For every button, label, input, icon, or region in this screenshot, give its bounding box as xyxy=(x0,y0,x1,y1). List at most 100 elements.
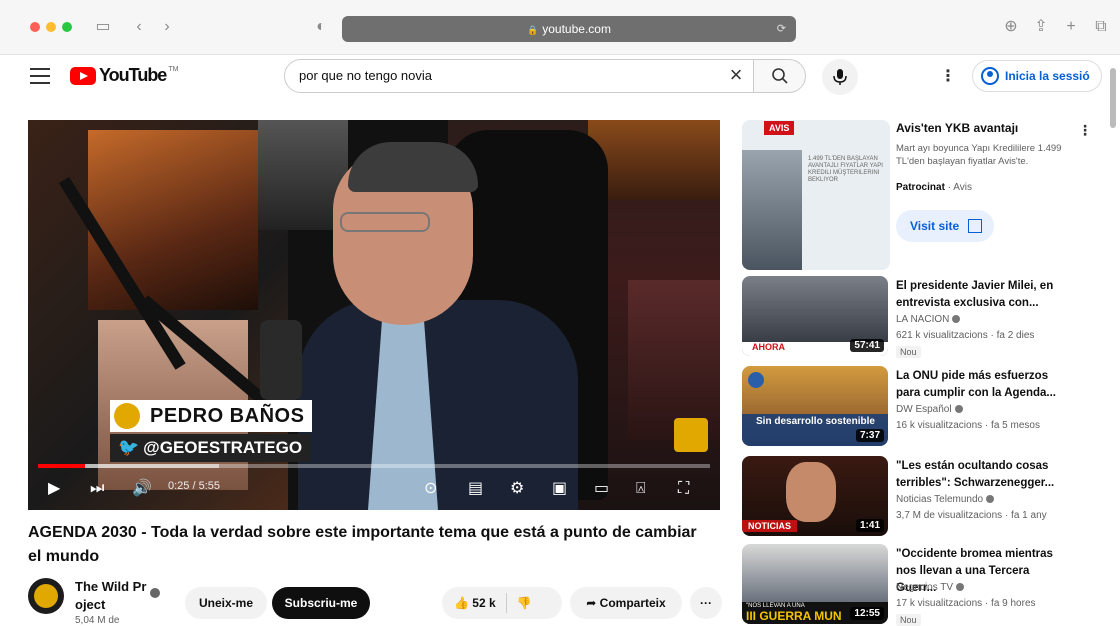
video-thumbnail[interactable]: Sin desarrollo sostenible 7:37 xyxy=(742,366,888,446)
youtube-play-icon xyxy=(70,66,96,85)
translate-reload-icon[interactable]: ⟳ xyxy=(777,16,786,42)
new-badge: Nou xyxy=(896,614,921,626)
video-thumbnail[interactable]: NOTICIAS 1:41 xyxy=(742,456,888,536)
external-link-icon xyxy=(968,219,982,233)
airplay-icon[interactable]: ⍓ xyxy=(636,478,646,500)
settings-icon[interactable]: ⚙ xyxy=(510,478,524,500)
verified-icon xyxy=(986,495,995,504)
dw-logo-icon xyxy=(748,372,764,388)
fullscreen-icon[interactable]: ⛶ xyxy=(678,478,689,500)
ad-brand-badge: AVIS xyxy=(764,121,795,135)
privacy-shield-icon[interactable]: ◐ xyxy=(310,16,332,38)
play-icon[interactable]: ▶ xyxy=(48,478,60,500)
recommendation-card[interactable]: NOTICIAS 1:41 "Les están ocultando cosas… xyxy=(742,456,1102,536)
recommendation-card[interactable]: AHORA 57:41 El presidente Javier Milei, … xyxy=(742,276,1102,358)
search-icon xyxy=(772,68,788,84)
sign-in-label: Inicia la sessió xyxy=(1005,69,1090,83)
player-controls: ▶ ⏭ 🔊 0:25 / 5:55 ⊙ ▤ ⚙ ▣ ▭ ⍓ ⛶ xyxy=(28,472,720,506)
back-icon[interactable]: ‹ xyxy=(128,16,150,38)
speaker-handle: 🐦 @GEOESTRATEGO xyxy=(110,434,311,462)
theater-mode-icon[interactable]: ▭ xyxy=(594,478,609,500)
sign-in-button[interactable]: Inicia la sessió xyxy=(972,60,1102,92)
recommendation-card[interactable]: Sin desarrollo sostenible 7:37 La ONU pi… xyxy=(742,366,1102,446)
video-duration: 12:55 xyxy=(850,607,884,620)
channel-avatar[interactable] xyxy=(28,578,64,614)
voice-search-button[interactable] xyxy=(822,59,858,95)
youtube-logo[interactable]: YouTube TM xyxy=(70,65,178,86)
dislike-button[interactable]: 👎 xyxy=(517,587,532,619)
share-icon[interactable]: ⇪ xyxy=(1030,16,1052,38)
recommendation-channel: LA NACION xyxy=(896,314,961,325)
verified-icon xyxy=(956,583,965,592)
ad-sponsor: Patrocinat · Avis xyxy=(896,182,972,193)
like-button[interactable]: 👍 52 k xyxy=(454,587,496,619)
next-icon[interactable]: ⏭ xyxy=(90,478,104,500)
recommendation-channel: Noticias Telemundo xyxy=(896,494,995,505)
ad-menu-icon[interactable]: ⋮ xyxy=(1078,122,1092,139)
time-display: 0:25 / 5:55 xyxy=(168,480,220,492)
like-dislike-group: 👍 52 k 👎 xyxy=(442,587,562,619)
recommendation-title[interactable]: "Les están ocultando cosas terribles": S… xyxy=(896,458,1071,492)
recommendation-channel: Negocios TV xyxy=(896,582,965,593)
new-badge: Nou xyxy=(896,346,921,358)
page-scrollbar[interactable] xyxy=(1110,68,1116,128)
video-duration: 1:41 xyxy=(855,519,884,532)
watermark-logo xyxy=(674,418,708,452)
video-duration: 7:37 xyxy=(855,429,884,442)
address-bar[interactable]: 🔒 youtube.com ⟳ xyxy=(342,16,796,42)
video-thumbnail[interactable]: "NOS LLEVAN A UNA III GUERRA MUN 12:55 xyxy=(742,544,888,624)
recommendation-title[interactable]: La ONU pide más esfuerzos para cumplir c… xyxy=(896,368,1071,402)
recommendation-channel: DW Español xyxy=(896,404,963,415)
visit-site-button[interactable]: Visit site xyxy=(896,210,994,242)
channel-logo-icon xyxy=(114,403,140,429)
clear-search-icon[interactable]: × xyxy=(725,64,747,87)
progress-bar[interactable] xyxy=(38,464,710,468)
recommendation-meta: 17 k visualitzacions · fa 9 hores xyxy=(896,598,1036,609)
new-tab-icon[interactable]: + xyxy=(1060,16,1082,38)
close-window-button[interactable] xyxy=(30,22,40,32)
like-count: 52 k xyxy=(472,596,496,610)
video-player[interactable]: PEDRO BAÑOS 🐦 @GEOESTRATEGO ▶ ⏭ 🔊 0:25 / … xyxy=(28,120,720,510)
logo-trademark: TM xyxy=(168,66,179,73)
minimize-window-button[interactable] xyxy=(46,22,56,32)
video-thumbnail[interactable]: AHORA 57:41 xyxy=(742,276,888,356)
more-actions-button[interactable]: ··· xyxy=(690,587,722,619)
sidebar-toggle-icon[interactable]: ▭ xyxy=(92,16,114,38)
logo-text: YouTube xyxy=(99,65,167,85)
account-icon xyxy=(981,67,999,85)
subscribe-button[interactable]: Subscriu-me xyxy=(272,587,370,619)
recommendation-card[interactable]: "NOS LLEVAN A UNA III GUERRA MUN 12:55 "O… xyxy=(742,544,1102,626)
share-arrow-icon: ➦ xyxy=(586,596,600,610)
lock-icon: 🔒 xyxy=(527,25,539,35)
volume-icon[interactable]: 🔊 xyxy=(132,478,152,500)
ad-image-text: 1.499 TL'den başlayan avantajlı fiyatlar… xyxy=(808,156,883,183)
browser-toolbar: ▭ ‹ › ◐ 🔒 youtube.com ⟳ ⊕ ⇪ + ⧉ xyxy=(0,0,1120,55)
share-button[interactable]: ➦ Comparteix xyxy=(570,587,682,619)
recommendation-title[interactable]: El presidente Javier Milei, en entrevist… xyxy=(896,278,1071,312)
video-duration: 57:41 xyxy=(850,339,884,352)
subscriber-count: 5,04 M de xyxy=(75,615,120,626)
ad-description: Mart ayı boyunca Yapı Kredililere 1.499 … xyxy=(896,143,1062,167)
microphone-icon xyxy=(833,69,847,85)
lower-third: PEDRO BAÑOS 🐦 @GEOESTRATEGO xyxy=(110,400,313,462)
channel-name[interactable]: The Wild Pr oject xyxy=(75,578,155,614)
maximize-window-button[interactable] xyxy=(62,22,72,32)
downloads-icon[interactable]: ⊕ xyxy=(1000,16,1022,38)
ad-thumbnail[interactable]: AVIS 1.499 TL'den başlayan avantajlı fiy… xyxy=(742,120,890,270)
speaker-name: PEDRO BAÑOS xyxy=(110,400,313,432)
ad-title[interactable]: Avis'ten YKB avantajı xyxy=(896,121,1018,135)
autoplay-toggle[interactable]: ⊙ xyxy=(424,478,437,500)
join-button[interactable]: Uneix-me xyxy=(185,587,267,619)
miniplayer-icon[interactable]: ▣ xyxy=(552,478,567,500)
video-title: AGENDA 2030 - Toda la verdad sobre este … xyxy=(28,524,697,565)
menu-icon[interactable] xyxy=(30,68,50,84)
address-text: youtube.com xyxy=(542,22,611,36)
youtube-header: YouTube TM × ⋮ Inicia la sessió xyxy=(0,55,1120,105)
subtitles-icon[interactable]: ▤ xyxy=(468,478,483,500)
verified-icon xyxy=(150,588,160,598)
search-button[interactable] xyxy=(754,59,806,93)
settings-menu-icon[interactable]: ⋮ xyxy=(940,67,956,87)
forward-icon[interactable]: › xyxy=(156,16,178,38)
tab-overview-icon[interactable]: ⧉ xyxy=(1090,16,1112,38)
search-input[interactable] xyxy=(299,60,699,92)
